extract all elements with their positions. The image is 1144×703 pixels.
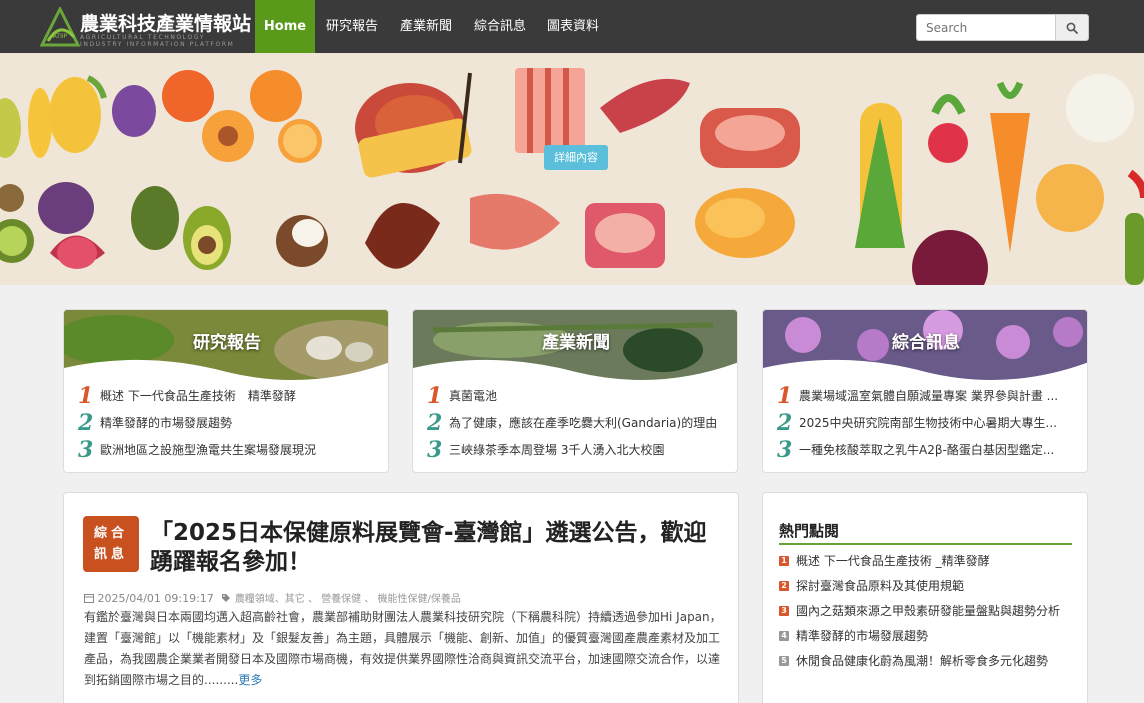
list-item-link[interactable]: 概述 下一代食品生產技術 精準發酵 <box>100 387 370 404</box>
rank-number: 1 <box>78 382 94 409</box>
tag-icon <box>222 594 231 602</box>
card-list: 1 概述 下一代食品生產技術 精準發酵 2 精準發酵的市場發展趨勢 3 歐洲地區… <box>78 382 380 463</box>
nav-industry-news[interactable]: 產業新聞 <box>392 0 460 53</box>
card-industry-news: 產業新聞 1 真菌電池 2 為了健康，應該在產季吃爨大利(Gandaria)的理… <box>412 309 738 473</box>
list-item-link[interactable]: 精準發酵的市場發展趨勢 <box>100 414 370 431</box>
search-input[interactable] <box>916 14 1056 41</box>
rank-number: 1 <box>427 382 443 409</box>
list-item-link[interactable]: 真菌電池 <box>449 387 719 404</box>
rank-number: 3 <box>427 436 443 463</box>
top-navbar: ATIIP 農業科技產業情報站 AGRICULTURAL TECHNOLOGY … <box>0 0 1144 53</box>
list-item[interactable]: 1 概述 下一代食品生產技術 _精準發酵 <box>779 553 1072 570</box>
article-date: 2025/04/01 09:19:17 <box>97 592 214 605</box>
list-item[interactable]: 2 探討臺灣食品原料及其使用規範 <box>779 578 1072 595</box>
card-list: 1 真菌電池 2 為了健康，應該在產季吃爨大利(Gandaria)的理由 3 三… <box>427 382 729 463</box>
rank-badge: 5 <box>779 656 789 666</box>
badge-line-2: 訊息 <box>93 547 128 562</box>
read-more-link[interactable]: 更多 <box>238 673 262 687</box>
list-item-link[interactable]: 國內之菇類來源之甲殼素研發能量盤點與趨勢分析 <box>796 603 1066 620</box>
nav-home[interactable]: Home <box>255 0 315 53</box>
rank-number: 3 <box>777 436 793 463</box>
list-item-link[interactable]: 2025中央研究院南部生物技術中心暑期大專生... <box>799 414 1069 431</box>
rank-badge: 2 <box>779 581 789 591</box>
list-item[interactable]: 2 2025中央研究院南部生物技術中心暑期大專生... <box>777 409 1079 436</box>
article-tags: 農糧領域、其它 、 營養保健 、 機能性保健/保養品 <box>234 594 461 605</box>
card-header-image: 綜合訊息 <box>763 310 1087 382</box>
list-item[interactable]: 3 國內之菇類來源之甲殼素研發能量盤點與趨勢分析 <box>779 603 1072 620</box>
card-header-image: 研究報告 <box>64 310 388 382</box>
article-body-text: 有鑑於臺灣與日本兩國均邁入超高齡社會，農業部補助財團法人農業科技研究院（下稱農科… <box>84 610 722 687</box>
list-item[interactable]: 3 歐洲地區之設施型漁電共生案場發展現況 <box>78 436 380 463</box>
list-item[interactable]: 5 休閒食品健康化蔚為風潮！解析零食多元化趨勢 <box>779 653 1072 670</box>
rank-badge: 4 <box>779 631 789 641</box>
list-item[interactable]: 3 一種免核酸萃取之乳牛A2β-酪蛋白基因型鑑定... <box>777 436 1079 463</box>
site-title: 農業科技產業情報站 <box>80 13 252 35</box>
list-item[interactable]: 1 農業場域溫室氣體自願減量專案 業界參與計畫 ... <box>777 382 1079 409</box>
article-meta: 2025/04/01 09:19:17 農糧領域、其它 、 營養保健 、 機能性… <box>84 590 461 605</box>
hero-banner: 詳細內容 <box>0 53 1144 285</box>
site-subtitle: AGRICULTURAL TECHNOLOGY INDUSTRY INFORMA… <box>80 34 235 48</box>
list-item[interactable]: 1 真菌電池 <box>427 382 729 409</box>
badge-line-1: 綜合 <box>93 526 128 541</box>
search-button[interactable] <box>1055 14 1089 41</box>
logo-mark-icon: ATIIP <box>40 7 80 47</box>
search-box <box>916 14 1089 41</box>
rank-number: 3 <box>78 436 94 463</box>
popular-panel: 熱門點閱 1 概述 下一代食品生產技術 _精準發酵 2 探討臺灣食品原料及其使用… <box>762 492 1088 703</box>
rank-badge: 3 <box>779 606 789 616</box>
rank-number: 1 <box>777 382 793 409</box>
card-header-image: 產業新聞 <box>413 310 737 382</box>
article-excerpt: 有鑑於臺灣與日本兩國均邁入超高齡社會，農業部補助財團法人農業科技研究院（下稱農科… <box>84 607 724 691</box>
card-title: 研究報告 <box>193 333 261 353</box>
rank-number: 2 <box>777 409 793 436</box>
card-title: 產業新聞 <box>542 333 610 353</box>
list-item-link[interactable]: 探討臺灣食品原料及其使用規範 <box>796 578 1066 595</box>
list-item-link[interactable]: 休閒食品健康化蔚為風潮！解析零食多元化趨勢 <box>796 653 1066 670</box>
rank-number: 2 <box>427 409 443 436</box>
list-item-link[interactable]: 三峽綠茶季本周登場 3千人湧入北大校園 <box>449 441 719 458</box>
list-item[interactable]: 4 精準發酵的市場發展趨勢 <box>779 628 1072 645</box>
list-item-link[interactable]: 歐洲地區之設施型漁電共生案場發展現況 <box>100 441 370 458</box>
card-list: 1 農業場域溫室氣體自願減量專案 業界參與計畫 ... 2 2025中央研究院南… <box>777 382 1079 463</box>
article-title[interactable]: 「2025日本保健原料展覽會-臺灣館」遴選公告，歡迎踴躍報名參加！ <box>150 519 710 577</box>
card-general-info: 綜合訊息 1 農業場域溫室氣體自願減量專案 業界參與計畫 ... 2 2025中… <box>762 309 1088 473</box>
search-icon <box>1066 22 1078 34</box>
logo-mark-text: ATIIP <box>53 33 68 40</box>
site-logo[interactable]: ATIIP 農業科技產業情報站 AGRICULTURAL TECHNOLOGY … <box>40 7 251 48</box>
list-item-link[interactable]: 農業場域溫室氣體自願減量專案 業界參與計畫 ... <box>799 387 1069 404</box>
card-research-reports: 研究報告 1 概述 下一代食品生產技術 精準發酵 2 精準發酵的市場發展趨勢 3… <box>63 309 389 473</box>
popular-list: 1 概述 下一代食品生產技術 _精準發酵 2 探討臺灣食品原料及其使用規範 3 … <box>779 553 1072 678</box>
list-item[interactable]: 1 概述 下一代食品生產技術 精準發酵 <box>78 382 380 409</box>
nav-charts-data[interactable]: 圖表資料 <box>539 0 607 53</box>
rank-badge: 1 <box>779 556 789 566</box>
calendar-icon <box>84 594 94 603</box>
list-item-link[interactable]: 一種免核酸萃取之乳牛A2β-酪蛋白基因型鑑定... <box>799 441 1069 458</box>
category-badge: 綜合 訊息 <box>83 516 139 572</box>
card-title: 綜合訊息 <box>892 333 960 353</box>
nav-research-reports[interactable]: 研究報告 <box>318 0 386 53</box>
banner-details-button[interactable]: 詳細內容 <box>544 145 608 170</box>
list-item-link[interactable]: 概述 下一代食品生產技術 _精準發酵 <box>796 553 1066 570</box>
divider <box>779 543 1072 545</box>
popular-title: 熱門點閱 <box>779 522 840 540</box>
featured-article: 綜合 訊息 「2025日本保健原料展覽會-臺灣館」遴選公告，歡迎踴躍報名參加！ … <box>63 492 739 703</box>
nav-general-info[interactable]: 綜合訊息 <box>466 0 534 53</box>
list-item-link[interactable]: 精準發酵的市場發展趨勢 <box>796 628 1066 645</box>
list-item[interactable]: 2 為了健康，應該在產季吃爨大利(Gandaria)的理由 <box>427 409 729 436</box>
list-item[interactable]: 3 三峽綠茶季本周登場 3千人湧入北大校園 <box>427 436 729 463</box>
rank-number: 2 <box>78 409 94 436</box>
list-item-link[interactable]: 為了健康，應該在產季吃爨大利(Gandaria)的理由 <box>449 414 719 431</box>
list-item[interactable]: 2 精準發酵的市場發展趨勢 <box>78 409 380 436</box>
